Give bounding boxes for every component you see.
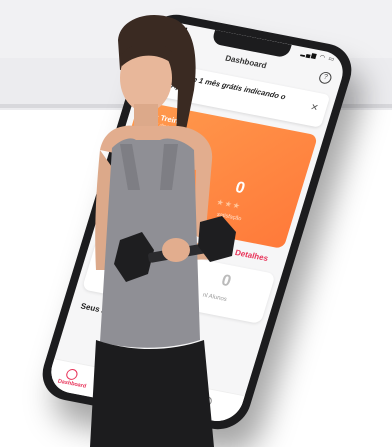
gift-icon: ♥: [151, 69, 170, 86]
dashboard-tab-icon[interactable]: [64, 368, 79, 381]
status-icons: ▂▄▆ ◠ ▭: [299, 50, 336, 64]
star-rating-icon: ★★★: [215, 197, 243, 211]
students-value: 0: [219, 272, 234, 291]
tab-dashboard[interactable]: Dashboard: [57, 378, 87, 389]
training-summary-card[interactable]: dos Treinos mos 7 dias 0 ★★★ satisfação: [104, 100, 319, 249]
satisfaction-value: 0: [233, 179, 247, 198]
section-title: Seus Alu: [79, 301, 116, 317]
students-label: nl Alunos: [201, 292, 228, 303]
close-icon[interactable]: ✕: [309, 102, 319, 114]
satisfaction-label: satisfação: [216, 211, 243, 223]
tab-bar: Dashboard: [45, 358, 245, 426]
details-link[interactable]: Detalhes: [234, 248, 269, 263]
status-time: 10:41: [169, 24, 189, 35]
students-tab-icon[interactable]: [200, 395, 214, 407]
gauge-icon: [101, 251, 134, 270]
